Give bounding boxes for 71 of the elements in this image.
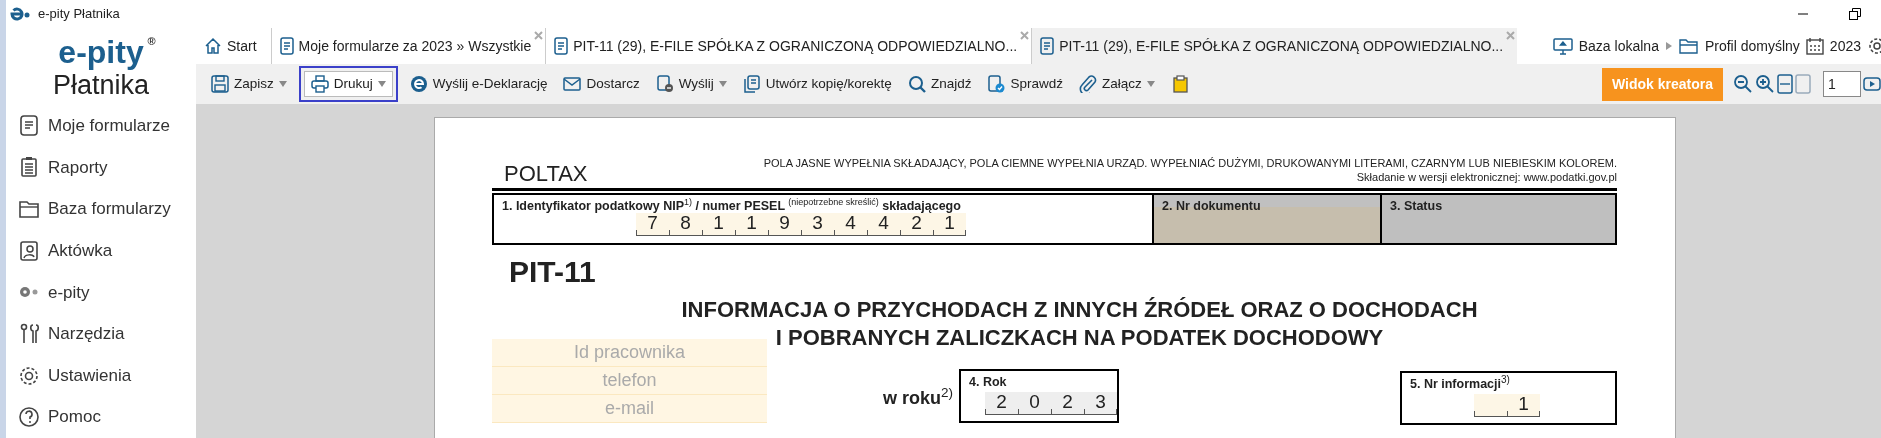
sidebar-item[interactable]: Baza formularzy: [6, 188, 196, 230]
home-icon: [204, 37, 222, 55]
printer-icon: [310, 75, 329, 93]
help-icon: [18, 405, 40, 430]
sidebar-item[interactable]: Pomoc: [6, 396, 196, 438]
folder-icon: [1678, 38, 1699, 54]
document-icon: [18, 113, 40, 138]
toolbar-button[interactable]: Zapisz: [204, 70, 294, 98]
check-document-icon: [987, 75, 1006, 93]
form-code: PIT-11: [508, 254, 597, 288]
paperclip-icon: [1078, 75, 1097, 93]
calendar-icon: [1805, 37, 1824, 55]
input-field[interactable]: Id pracownika: [492, 338, 767, 367]
field-label: 5. Nr informacji$^{3)}$: [1410, 374, 1511, 393]
settings-icon[interactable]: [1867, 36, 1881, 56]
chevron-icon: [1664, 41, 1673, 51]
form-heading: I POBRANYCH ZALICZKACH NA PODATEK DOCHODOWY: [775, 324, 1384, 353]
sidebar-item[interactable]: Aktówka: [6, 229, 196, 272]
search-icon: [907, 75, 926, 93]
year-label[interactable]: 2023: [1829, 35, 1861, 57]
registered-mark: ®: [147, 36, 156, 47]
sidebar-item[interactable]: Moje formularze: [6, 105, 196, 147]
sidebar-item[interactable]: e-pity: [6, 271, 196, 314]
document-icon: [1040, 37, 1055, 55]
tax-id-field[interactable]: 7 8 1 1 9 3 4 4 2 1: [636, 213, 966, 237]
toolbar-button[interactable]: Wyślij: [648, 70, 734, 98]
sidebar-item[interactable]: Ustawienia: [6, 354, 196, 397]
tab[interactable]: PIT-11 (29), E-FILE SPÓŁKA Z OGRANICZONĄ ODPOWIEDZIALNO...: [1032, 28, 1518, 64]
restore-icon[interactable]: [1849, 8, 1861, 20]
toolbar-button[interactable]: Dostarcz: [556, 70, 647, 98]
app-logo-icon: [10, 7, 32, 21]
profile-label[interactable]: Profil domyślny: [1704, 35, 1800, 57]
toolbar-button[interactable]: Sprawdź: [980, 70, 1070, 98]
document-icon: [554, 37, 569, 55]
next-page-icon[interactable]: [1863, 76, 1881, 92]
clipboard-icon: [18, 155, 40, 180]
toolbar-button[interactable]: Załącz: [1071, 70, 1162, 98]
year-field[interactable]: 2 0 2 3: [985, 391, 1117, 415]
e-circle-icon: [409, 75, 428, 93]
page-number-field[interactable]: 1: [1823, 71, 1861, 97]
field-label: 2. Nr dokumentu: [1162, 197, 1262, 215]
zoom-in-icon[interactable]: [1755, 74, 1775, 94]
input-field[interactable]: e-mail: [492, 394, 767, 423]
info-number-field[interactable]: 1: [1474, 393, 1540, 417]
sidebar-item[interactable]: Narzędzia: [6, 313, 196, 355]
sidebar-item[interactable]: Raporty: [6, 146, 196, 189]
tools-icon: [18, 321, 40, 346]
field-label: 4. Rok: [969, 373, 1008, 391]
zoom-out-icon[interactable]: [1733, 74, 1753, 94]
toolbar-button[interactable]: Znajdź: [900, 70, 979, 98]
system-name: POLTAX: [503, 162, 588, 185]
window-title: e-pity Płatnika: [38, 5, 120, 24]
envelope-icon: [563, 75, 582, 93]
field-label: 1. Identyfikator podatkowy NIP$^{1)}$ / numer PESEL $^{(niepotrzebne skreślić)}$ składającego: [502, 196, 962, 215]
product-name: Płatnika: [52, 72, 150, 99]
document-send-icon: [655, 75, 674, 93]
form-heading: INFORMACJA O PRZYCHODACH Z INNYCH ŹRÓDEŁ ORAZ O DOCHODACH: [681, 295, 1478, 324]
copy-icon: [742, 75, 761, 93]
toolbar-button[interactable]: Wyślij e-Deklarację: [402, 70, 555, 98]
instructions-text: POLA JASNE WYPEŁNIA SKŁADAJĄCY, POLA CIEMNE WYPEŁNIA URZĄD. WYPEŁNIAĆ DUŻYMI, DRUKOWANYMI LITERAMI, CZARNYM LUB NIEBIESKIM KOLOREM.: [763, 156, 1617, 171]
save-icon: [211, 75, 229, 93]
document-icon: [279, 37, 294, 55]
monitor-icon: [1552, 37, 1573, 55]
submission-note: Składanie w wersji elektronicznej: www.podatki.gov.pl: [1355, 170, 1617, 185]
sticky-note-icon: [1170, 75, 1189, 93]
field-label: 3. Status: [1390, 197, 1444, 215]
database-label[interactable]: Baza lokalna: [1578, 35, 1659, 57]
fit-width-icon[interactable]: [1777, 74, 1793, 94]
toolbar-button[interactable]: Utwórz kopię/korektę: [735, 70, 899, 98]
input-field[interactable]: telefon: [492, 366, 767, 395]
year-caption: w roku$^{2)}$: [881, 384, 953, 410]
